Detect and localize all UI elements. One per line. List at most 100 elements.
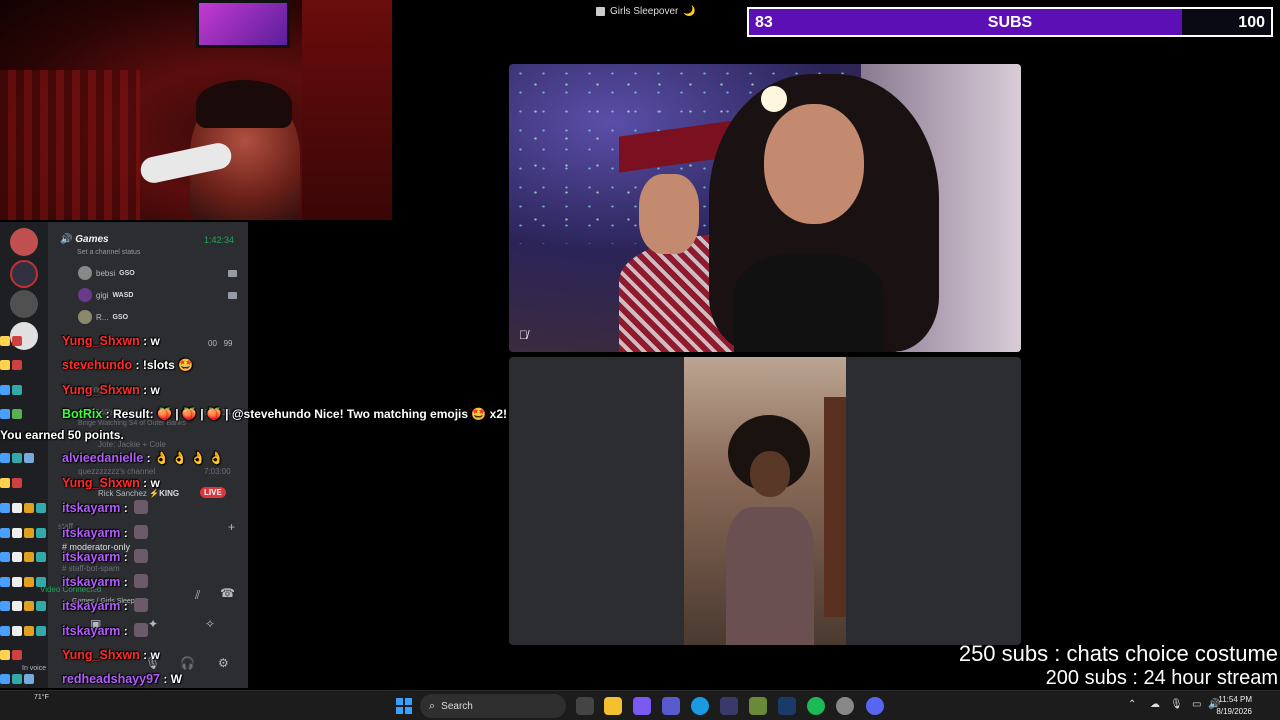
server-icon[interactable] [10,228,38,256]
chat-username[interactable]: redheadshayy97 [62,672,160,686]
chat-badge-icon [0,503,10,513]
chat-text: You earned 50 points. [0,428,124,442]
discord-icon[interactable] [866,697,884,715]
counter-a: 00 [208,339,217,348]
chat-badge-icon [12,650,22,660]
chat-username[interactable]: Yung_Shxwn [62,383,140,397]
participant-video [684,357,846,645]
headphones-icon[interactable]: 🎧 [180,656,195,670]
chat-badges [0,383,62,397]
disconnect-icon[interactable]: ☎ [220,586,235,600]
chat-username[interactable]: Yung_Shxwn [62,334,140,348]
chat-badge-icon [12,552,22,562]
chat-badge-icon [36,503,46,513]
chat-username[interactable]: itskayarm [62,575,120,589]
streamer-webcam [0,0,392,220]
chat-username[interactable]: Yung_Shxwn [62,476,140,490]
chat-username[interactable]: alvieedanielle [62,451,143,465]
chat-text: : Result: 🍑 | 🍑 | 🍑 | @stevehundo Nice! … [102,407,507,421]
chat-badge-icon [0,478,10,488]
chat-badge-icon [12,385,22,395]
chat-message: Yung_Shxwn : w [0,476,160,496]
chat-emote-icon [134,500,149,514]
sub-goal-target: 100 [1238,14,1265,31]
server-icon[interactable] [10,260,38,288]
chat-badge-icon [36,626,46,636]
chat-badge-icon [36,552,46,562]
sub-goal-label: SUBS [987,14,1033,31]
file-explorer-icon[interactable] [604,697,622,715]
voice-user[interactable]: R... GSO [78,310,128,324]
chat-badges [0,550,62,564]
chat-username[interactable]: itskayarm [62,501,120,515]
clock[interactable]: 11:54 PM 8/19/2026 [1216,694,1252,718]
chat-username[interactable]: BotRix [62,407,102,421]
app-icon[interactable] [749,697,767,715]
voice-user[interactable]: bebsi GSO [78,266,237,280]
chat-message: Yung_Shxwn : w [0,648,160,668]
noise-suppression-icon[interactable]: ⫽ [195,588,200,603]
chat-emote-icon [134,549,149,563]
chat-badges [0,451,62,465]
teams-icon[interactable] [662,697,680,715]
chat-message: itskayarm : [0,500,149,520]
sub-goal-bar: SUBS 83 100 [747,7,1273,37]
chat-badge-icon [0,453,10,463]
store-icon[interactable] [720,697,738,715]
clock-date: 8/19/2026 [1216,707,1252,716]
chat-badges [0,407,62,421]
server-icon[interactable] [10,290,38,318]
search-icon: ⌕ [429,699,436,712]
chat-message: alvieedanielle : 👌 👌 👌 👌 [0,451,224,471]
task-view-icon[interactable] [576,697,594,715]
copilot-icon[interactable] [633,697,651,715]
chat-badge-icon [0,552,10,562]
chat-text: : [120,575,132,589]
tray-chevron-icon[interactable]: ⌃ [1128,699,1136,710]
chat-username[interactable]: stevehundo [62,358,132,372]
video-tile-top[interactable]: 🎙̸ [509,64,1021,352]
chat-badge-icon [0,409,10,419]
chat-badge-icon [12,478,22,488]
taskbar-search[interactable]: ⌕ Search [420,694,566,718]
face [764,104,864,224]
chat-badge-icon [0,336,10,346]
chrome-icon[interactable] [836,697,854,715]
mic-tray-icon[interactable]: 🎙 [1170,699,1183,710]
soundboard-icon[interactable]: ✧ [205,617,215,631]
chat-badge-icon [24,577,34,587]
chat-badge-icon [12,674,22,684]
settings-gear-icon[interactable]: ⚙ [218,656,229,670]
chat-username[interactable]: itskayarm [62,624,120,638]
chat-message: itskayarm : [0,598,149,618]
chat-badge-icon [0,360,10,370]
chat-text: : [120,501,132,515]
edge-icon[interactable] [691,697,709,715]
voice-user[interactable]: gigi WASD [78,288,237,302]
chat-username[interactable]: itskayarm [62,599,120,613]
camera-icon [228,270,237,277]
chat-username[interactable]: Yung_Shxwn [62,648,140,662]
network-icon[interactable]: ▭ [1192,699,1201,710]
spotify-icon[interactable] [807,697,825,715]
voice-channel-name: Games [75,234,109,245]
cloud-icon[interactable]: ☁ [1150,699,1160,710]
windows-start-icon[interactable] [396,698,412,714]
chat-badge-icon [12,503,22,513]
chat-username[interactable]: itskayarm [62,550,120,564]
channel-status[interactable]: Set a channel status [77,249,140,256]
weather-widget[interactable]: 71°F [34,694,49,701]
add-channel-icon[interactable]: + [228,520,235,534]
voice-channel-games[interactable]: 🔊 Games [60,234,109,245]
sleep-icon: 🌙 [683,5,696,17]
hair-flower [761,86,787,112]
activity-icon[interactable]: ✦ [148,617,158,631]
chat-username[interactable]: itskayarm [62,526,120,540]
video-tile-bottom[interactable] [509,357,1021,645]
chat-emote-icon [134,598,149,612]
chat-emote-icon [134,574,149,588]
chat-badges [0,334,62,348]
voice-user-tag: GSO [112,313,129,321]
chat-emote-icon [134,623,149,637]
steam-icon[interactable] [778,697,796,715]
